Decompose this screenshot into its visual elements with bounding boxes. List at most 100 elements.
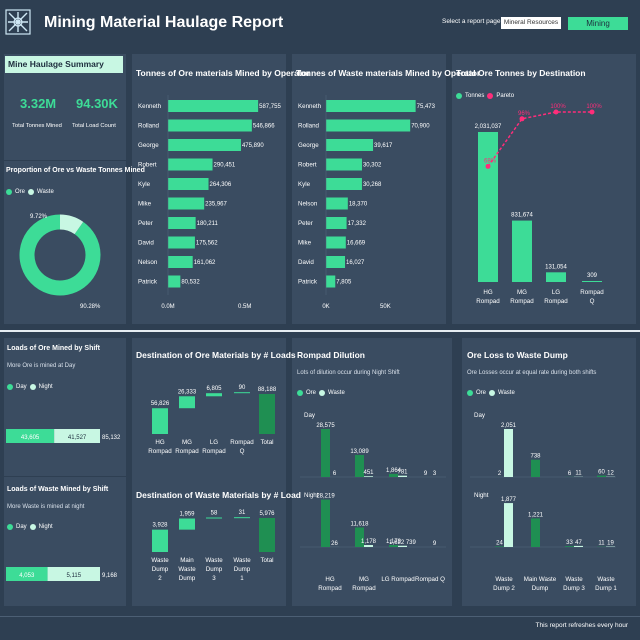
destination-cat-label: LG [552, 289, 560, 296]
dilution-bar-waste [398, 545, 407, 547]
waste-shift-day-label: 4,053 [19, 573, 35, 579]
destination-cat-label: Q [590, 298, 595, 305]
dilution-cat-label: Rompad Q [415, 576, 445, 583]
donut-title: Proportion of Ore vs Waste Tonnes Mined [6, 167, 145, 174]
donut-chart: 9.72% 90.28% [19, 214, 101, 310]
ore-loss-ore-label: 6 [568, 471, 572, 477]
ore-shift-day-label: 43,605 [21, 435, 40, 441]
ore-loss-bar-waste [574, 545, 583, 547]
ore-loss-chart: Day22,0517386 11 60 12Night241,8771,22133 47… [470, 412, 617, 592]
ore-operator-value-label: 80,532 [181, 280, 200, 286]
dilution-waste-label: 9 [433, 541, 437, 547]
ore-loss-cat-label: Waste [597, 576, 615, 583]
waste-operator-value-label: 75,473 [417, 104, 436, 110]
waste-waterfall-cat-label: Waste [178, 566, 196, 573]
waste-waterfall-chart: 3,928 Waste Dump 2 1,959 Main Waste Dump 58 Waste… [151, 510, 275, 582]
donut-legend: Ore Waste [6, 189, 54, 195]
waste-operator-value-label: 7,805 [336, 280, 352, 286]
ore-shift-total-label: 85,132 [102, 435, 121, 441]
waste-operator-value-label: 70,900 [411, 124, 430, 130]
destination-cat-label: Rompad [476, 298, 500, 305]
top-divider [0, 330, 640, 332]
ore-waterfall-cat-label: HG [155, 439, 164, 446]
dilution-waste-label: 3 [433, 471, 437, 477]
dilution-bar-ore [321, 429, 330, 477]
ore-operator-chart: Kenneth 587,755 Rolland 546,866 George 475,89… [138, 95, 281, 310]
ore-operator-value-label: 587,755 [259, 104, 281, 110]
dilution-legend: Ore Waste [297, 390, 345, 396]
ore-loss-cat-label: Dump 3 [563, 585, 585, 592]
total-tonnes-label: Total Tonnes Mined [12, 123, 62, 129]
waste-waterfall-bar [206, 517, 222, 519]
pareto-label: 100% [586, 104, 602, 110]
waste-waterfall-cat-label: Dump [179, 575, 196, 582]
ore-operator-xtick: 0.5M [238, 304, 251, 310]
logo-icon [5, 9, 31, 35]
ore-operator-value-label: 161,062 [194, 260, 216, 266]
ore-shift-legend: Day Night [7, 384, 53, 390]
ore-loss-cat-label: Dump 2 [493, 585, 515, 592]
dilution-ore-label: 9 [424, 471, 428, 477]
ore-operator-bar [168, 256, 193, 268]
dilution-waste-label: 451 [363, 470, 374, 476]
ore-waterfall-value-label: 56,826 [151, 401, 170, 407]
ore-loss-subtitle: Ore Losses occur at equal rate during bo… [467, 370, 597, 376]
dilution-ore-label: 28,575 [316, 423, 335, 429]
pareto-label: 96% [518, 111, 531, 117]
ore-loss-bar-ore [565, 546, 574, 547]
ore-operator-bar [168, 197, 205, 210]
ore-operator-value-label: 235,967 [205, 202, 227, 208]
ore-loss-ore-label: 738 [530, 454, 541, 460]
select-page-label: Select a report page: [442, 18, 503, 25]
ore-loss-ore-label: 1,221 [528, 512, 544, 518]
waste-operator-cat-label: David [298, 259, 314, 266]
ore-waterfall-cat-label: MG [182, 439, 192, 446]
ore-loss-legend: Ore Waste [467, 390, 515, 396]
ore-waterfall-value-label: 90 [239, 385, 246, 391]
ore-operator-cat-label: Nelson [138, 259, 158, 266]
waste-waterfall-cat-label: Dump [206, 566, 223, 573]
dilution-bar-waste [364, 476, 373, 477]
ore-loss-title: Ore Loss to Waste Dump [467, 350, 568, 360]
ore-operator-cat-label: Rolland [138, 123, 160, 130]
waste-waterfall-bar [259, 518, 275, 552]
mining-button[interactable]: Mining [568, 17, 628, 30]
waste-waterfall-cat-label: Waste [151, 557, 169, 564]
ore-waterfall-bar [234, 392, 250, 394]
ore-operator-bar [168, 275, 181, 288]
waste-operator-cat-label: Kenneth [298, 103, 322, 110]
ore-waterfall-cat-label: Rompad [202, 448, 226, 455]
mineral-resources-button[interactable]: Mineral Resources [501, 17, 561, 29]
waste-operator-bar [326, 158, 362, 171]
waste-operator-bar [326, 178, 362, 190]
waste-operator-bar [326, 119, 411, 132]
ore-shift-night-label: 41,527 [68, 435, 87, 441]
ore-loss-cat-label: Waste [495, 576, 513, 583]
ore-operator-bar [168, 139, 241, 151]
ore-operator-cat-label: Mike [138, 201, 152, 208]
waste-operator-title: Tonnes of Waste materials Mined by Opera… [296, 68, 481, 78]
ore-loss-cat-label: Dump [532, 585, 549, 592]
pareto-point [485, 163, 491, 169]
dilution-cat-label: Rompad [318, 585, 342, 592]
dilution-bar-ore [321, 499, 330, 547]
destination-cat-label: MG [517, 289, 527, 296]
dilution-ore-label: 11,618 [351, 521, 370, 527]
destination-cat-label: Rompad [544, 298, 568, 305]
ore-operator-value-label: 546,866 [253, 124, 275, 130]
destination-bar [546, 272, 566, 282]
ore-loss-panel-label: Day [474, 412, 486, 419]
ore-waterfall-cat-label: Q [240, 448, 245, 455]
destination-value-label: 2,031,037 [475, 124, 502, 130]
ore-operator-bar [168, 158, 213, 171]
waste-operator-value-label: 16,027 [346, 260, 365, 266]
destination-legend: Tonnes Pareto [456, 93, 514, 99]
dilution-waste-label: 781 [397, 470, 408, 476]
ore-loss-waste-label: 19 [607, 541, 614, 547]
ore-waterfall-value-label: 6,805 [206, 386, 222, 392]
dilution-waste-label: 6 [333, 471, 337, 477]
waste-waterfall-cat-label: Dump [152, 566, 169, 573]
waste-operator-chart: Kenneth 75,473 Rolland 70,900 George 39,617 Ro… [298, 95, 436, 310]
waste-operator-cat-label: Peter [298, 220, 313, 227]
ore-waterfall-chart: 56,826 HG Rompad 26,333 MG Rompad 6,805 LG Rompa… [148, 385, 277, 455]
